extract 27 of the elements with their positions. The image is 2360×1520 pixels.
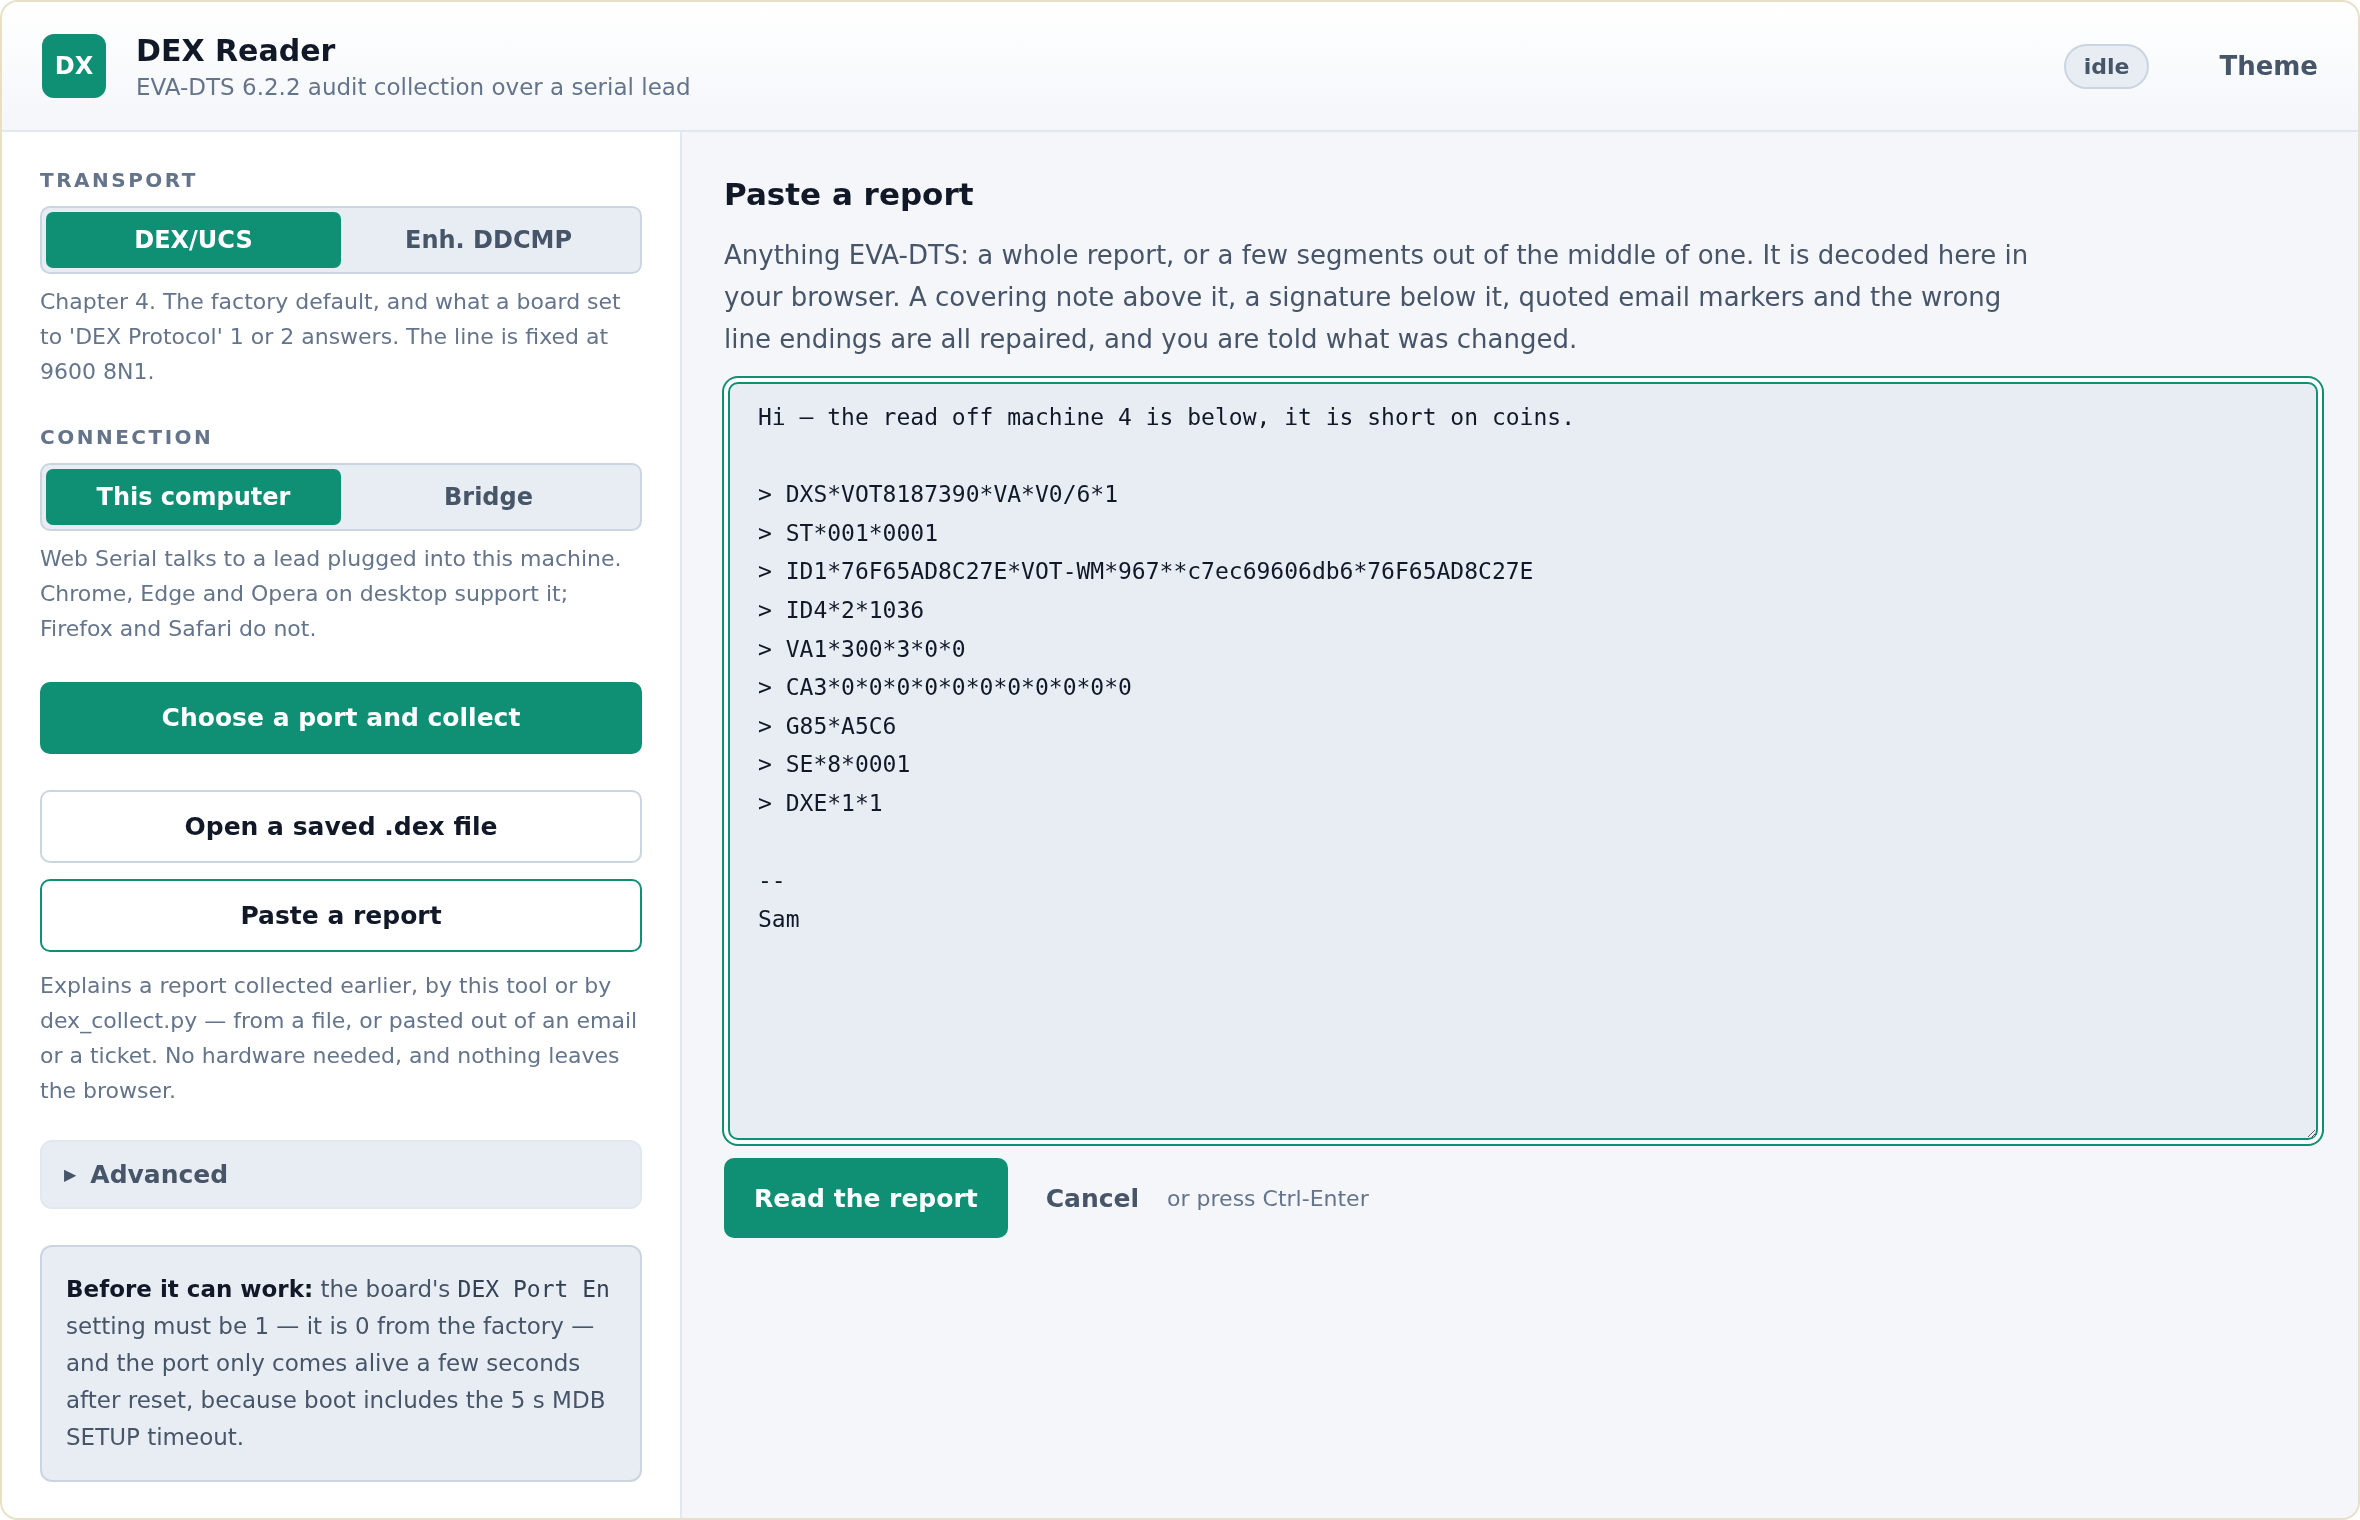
note-text: Before it can work: the board's DEX Port En setting must be 1 — it is 0 from the factory — and the port only comes alive a few seconds after reset, because boot includes the 5 s MDB SETUP timeout.	[66, 1275, 611, 1452]
section-description: Chapter 4. The factory default, and what a board set to 'DEX Protocol' 1 or 2 answers. The line is fixed at 9600 8N1.	[40, 287, 622, 386]
panel-description: Anything EVA-DTS: a whole report, or a few segments out of the middle of one. It is decoded here in your browser. A covering note above it, a signature below it, quoted email markers and the wrong line endings are all repaired, and you are told what was changed.	[724, 239, 2030, 356]
shortcut-hint: or press Ctrl-Enter	[1167, 1185, 1369, 1211]
read-report-button[interactable]: Read the report	[724, 1158, 1008, 1238]
action-button[interactable]: Choose a port and collect	[40, 681, 642, 755]
app-subtitle: EVA-DTS 6.2.2 audit collection over a serial lead	[136, 73, 692, 100]
advanced-toggle[interactable]: ▶ Advanced	[40, 1139, 642, 1209]
status-badge: idle	[2063, 43, 2150, 89]
action-button[interactable]: Paste a report	[40, 879, 642, 952]
section-description: Web Serial talks to a lead plugged into this machine. Chrome, Edge and Opera on desktop support it; Firefox and Safari do not.	[40, 544, 623, 643]
segment-option[interactable]: This computer	[46, 468, 341, 525]
theme-button[interactable]: Theme	[2179, 41, 2318, 91]
actions-description: Explains a report collected earlier, by this tool or by dex_collect.py — from a file, or pasted out of an email or a ticket. No hardware needed, and nothing leaves the browser.	[40, 971, 639, 1105]
triangle-icon: ▶	[64, 1164, 77, 1184]
section-label: TRANSPORT	[40, 168, 199, 192]
segment-option[interactable]: DEX/UCS	[46, 212, 341, 268]
app-title: DEX Reader	[136, 32, 337, 68]
app-logo: DX	[42, 34, 106, 98]
segment-option[interactable]: Enh. DDCMP	[341, 212, 636, 268]
action-button[interactable]: Open a saved .dex file	[40, 790, 642, 864]
segment-option[interactable]: Bridge	[341, 468, 636, 525]
cancel-button[interactable]: Cancel	[1045, 1175, 1140, 1221]
advanced-label: Advanced	[90, 1159, 229, 1189]
section-label: CONNECTION	[40, 424, 215, 449]
panel-title: Paste a report	[724, 176, 975, 212]
report-input-field[interactable]: Hi — the read off machine 4 is below, it is short on coins. > DXS*VOT8187390*VA*V0/6*1 > ST*001*0001 > ID1*76F65AD8C27E*VOT-WM*967**c7ec69606db6*76F65AD8C27E > ID4*2*1036 > VA1*300*3*0*0 > CA3*0*0*0*0*0*0*0*0*0*0*0 > G85*A5C6 > SE*8*0001 > DXE*1*1 -- Sam	[728, 382, 2318, 1140]
